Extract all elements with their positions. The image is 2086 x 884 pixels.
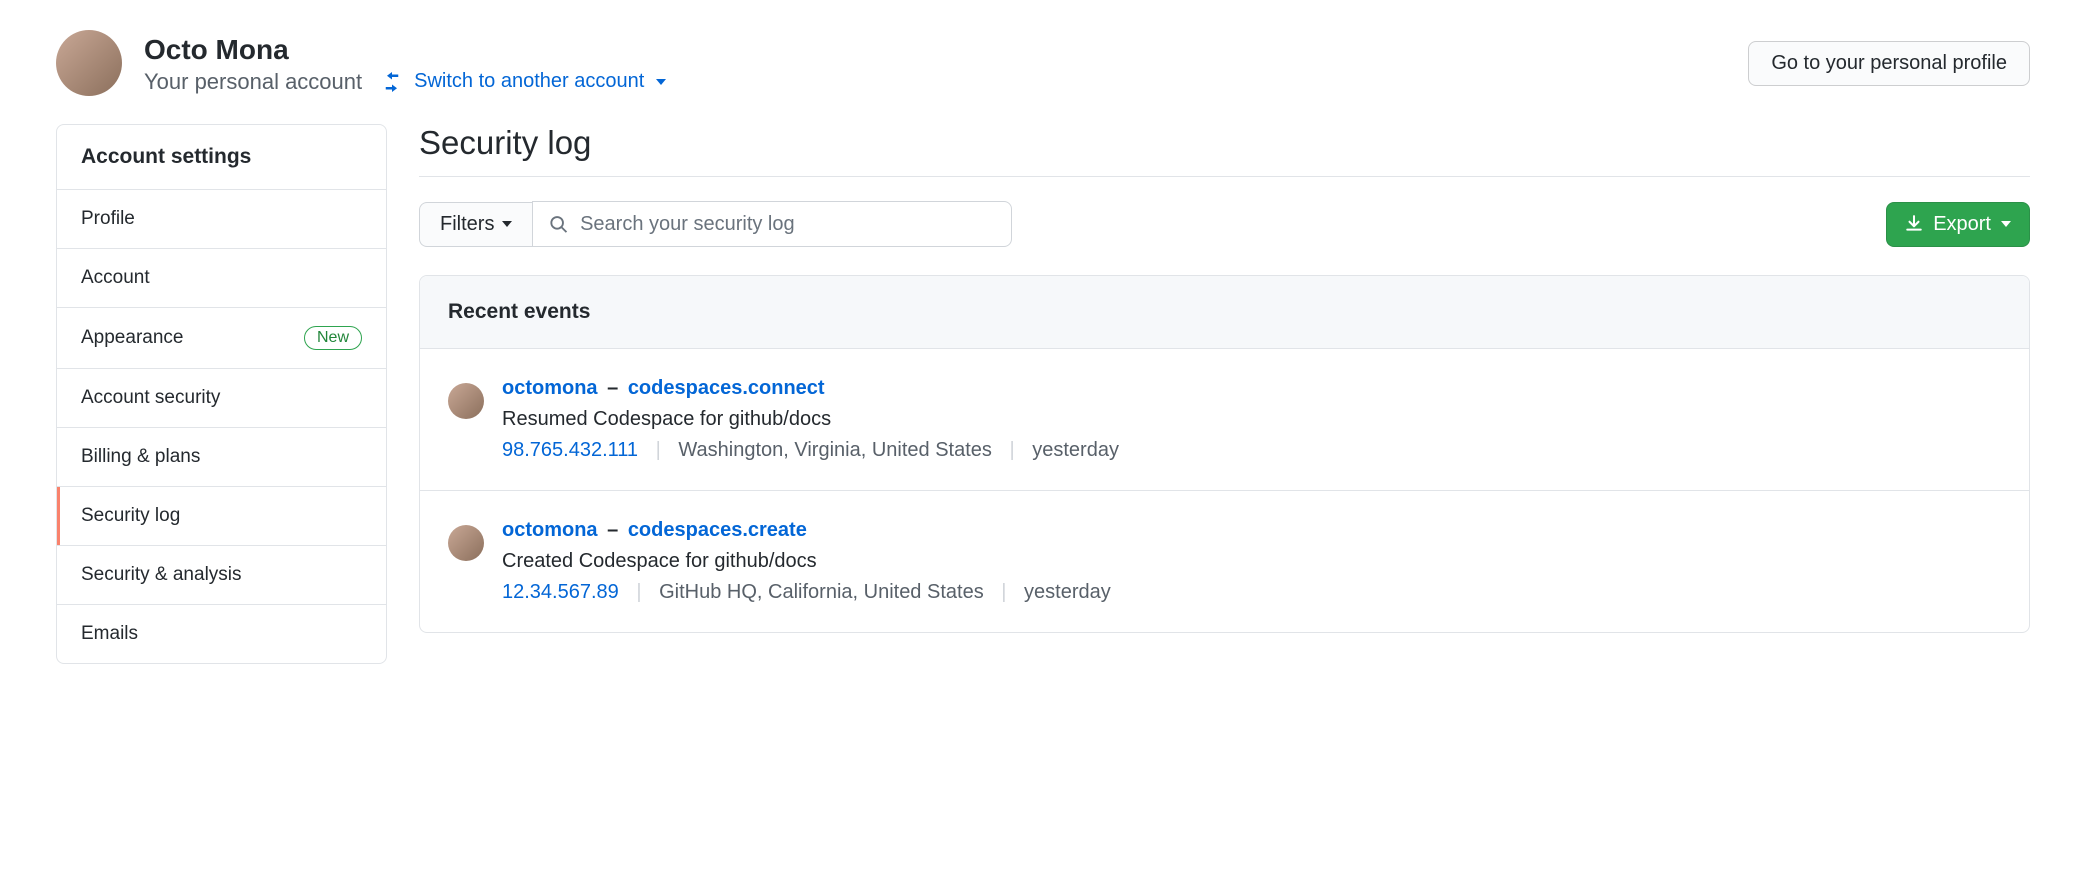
sidenav-item-billing[interactable]: Billing & plans [57,428,386,487]
events-heading: Recent events [420,276,2029,349]
sidenav-label: Security log [81,505,180,527]
search-icon [549,214,568,234]
account-settings-nav: Account settings Profile Account Appeara… [56,124,387,664]
go-to-profile-button[interactable]: Go to your personal profile [1748,41,2030,86]
sidenav-item-profile[interactable]: Profile [57,190,386,249]
event-location: Washington, Virginia, United States [678,439,992,461]
switch-account-link[interactable]: Switch to another account [382,70,666,93]
divider: | [1009,439,1014,461]
divider: | [1001,581,1006,603]
download-icon [1905,215,1923,233]
filters-button[interactable]: Filters [419,202,532,247]
event-description: Resumed Codespace for github/docs [502,404,1119,435]
sidenav-label: Security & analysis [81,564,242,586]
sidenav-item-emails[interactable]: Emails [57,605,386,663]
divider: | [656,439,661,461]
divider: | [636,581,641,603]
sidenav-item-security-analysis[interactable]: Security & analysis [57,546,386,605]
event-action-link[interactable]: codespaces.connect [628,377,825,399]
export-label: Export [1933,213,1991,236]
switch-icon [382,72,402,92]
sidenav-label: Account security [81,387,220,409]
event-separator: – [607,519,618,541]
event-location: GitHub HQ, California, United States [659,581,984,603]
sidenav-item-account[interactable]: Account [57,249,386,308]
sidenav-item-appearance[interactable]: Appearance New [57,308,386,369]
event-ip-link[interactable]: 98.765.432.111 [502,439,638,461]
event-ip-link[interactable]: 12.34.567.89 [502,581,619,603]
events-panel: Recent events octomona – codespaces.conn… [419,275,2030,633]
caret-down-icon [656,79,666,85]
sidenav-label: Appearance [81,327,183,349]
event-separator: – [607,377,618,399]
sidenav-heading: Account settings [57,125,386,190]
export-button[interactable]: Export [1886,202,2030,247]
sidenav-item-security-log[interactable]: Security log [57,487,386,546]
event-actor-link[interactable]: octomona [502,377,598,399]
search-input[interactable] [580,213,995,236]
event-actor-link[interactable]: octomona [502,519,598,541]
event-time: yesterday [1032,439,1119,461]
event-action-link[interactable]: codespaces.create [628,519,807,541]
caret-down-icon [2001,221,2011,227]
sidenav-item-account-security[interactable]: Account security [57,369,386,428]
sidenav-label: Billing & plans [81,446,200,468]
event-description: Created Codespace for github/docs [502,546,1111,577]
avatar[interactable] [56,30,122,96]
new-badge: New [304,326,362,350]
sidenav-label: Profile [81,208,135,230]
search-field-wrap[interactable] [532,201,1012,247]
event-row: octomona – codespaces.create Created Cod… [420,491,2029,632]
page-title: Security log [419,124,2030,177]
switch-account-label: Switch to another account [414,70,644,93]
page-header: Octo Mona Your personal account Switch t… [56,0,2030,124]
account-subtitle: Your personal account [144,69,362,95]
filters-label: Filters [440,213,494,236]
sidenav-label: Emails [81,623,138,645]
sidenav-label: Account [81,267,150,289]
user-name: Octo Mona [144,32,666,67]
event-row: octomona – codespaces.connect Resumed Co… [420,349,2029,491]
avatar[interactable] [448,525,484,561]
avatar[interactable] [448,383,484,419]
caret-down-icon [502,221,512,227]
event-time: yesterday [1024,581,1111,603]
